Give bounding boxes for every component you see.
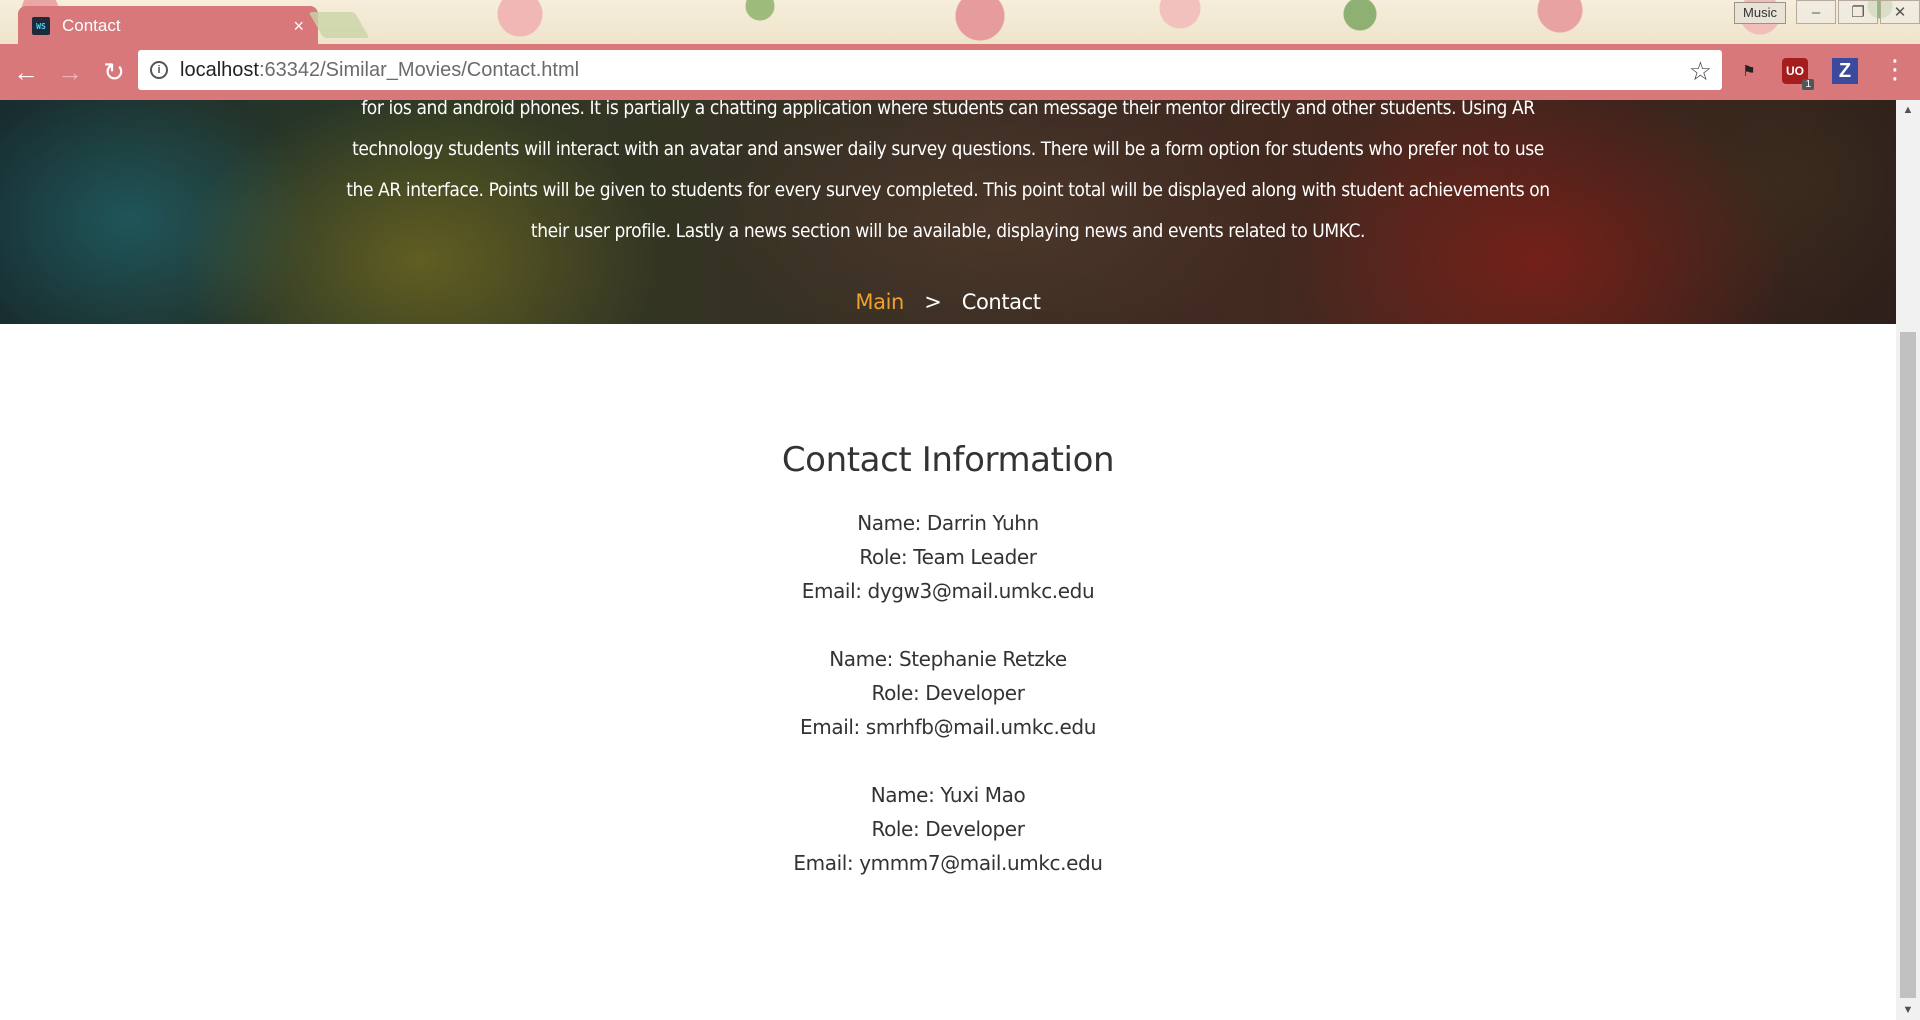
back-arrow-icon[interactable]: ←: [4, 50, 48, 94]
contact-card: Name: Stephanie Retzke Role: Developer E…: [0, 642, 1896, 744]
scroll-down-arrow-icon[interactable]: ▼: [1896, 1000, 1920, 1020]
breadcrumb: Main > Contact: [0, 290, 1896, 314]
extension-bookmark-icon[interactable]: ⚑: [1736, 58, 1762, 84]
browser-titlebar: WS Contact × Music – ❐ ✕: [0, 0, 1920, 46]
reload-icon[interactable]: ↻: [92, 50, 136, 94]
extension-ublock-icon[interactable]: UO 1: [1782, 58, 1814, 90]
forward-arrow-icon[interactable]: →: [48, 50, 92, 94]
extension-badge: 1: [1802, 79, 1814, 90]
breadcrumb-current: Contact: [961, 290, 1041, 314]
contact-section: Contact Information Name: Darrin Yuhn Ro…: [0, 440, 1896, 914]
browser-toolbar: ← → ↻ i localhost:63342/Similar_Movies/C…: [0, 44, 1920, 100]
restore-icon[interactable]: ❐: [1838, 0, 1878, 24]
scrollbar-thumb[interactable]: [1900, 332, 1916, 998]
ublock-label: UO: [1786, 64, 1804, 78]
hero-paragraph: for ios and android phones. It is partia…: [346, 100, 1550, 242]
contact-card: Name: Darrin Yuhn Role: Team Leader Emai…: [0, 506, 1896, 608]
address-bar[interactable]: i localhost:63342/Similar_Movies/Contact…: [138, 50, 1722, 90]
scroll-up-arrow-icon[interactable]: ▲: [1896, 100, 1920, 120]
contact-email: Email: dygw3@mail.umkc.edu: [801, 579, 1095, 603]
webstorm-favicon-icon: WS: [32, 17, 50, 35]
breadcrumb-main-link[interactable]: Main: [855, 290, 904, 314]
contact-role: Role: Team Leader: [859, 545, 1037, 569]
url-text[interactable]: localhost:63342/Similar_Movies/Contact.h…: [180, 59, 579, 82]
window-close-icon[interactable]: ✕: [1880, 0, 1920, 24]
contact-card: Name: Yuxi Mao Role: Developer Email: ym…: [0, 778, 1896, 880]
star-icon[interactable]: ☆: [1689, 56, 1712, 87]
url-host: localhost: [180, 58, 259, 81]
contact-title: Contact Information: [781, 440, 1115, 480]
contact-name: Name: Darrin Yuhn: [857, 511, 1039, 535]
menu-icon[interactable]: ⋮: [1882, 56, 1908, 82]
tab-close-icon[interactable]: ×: [293, 16, 304, 37]
tab-title: Contact: [62, 16, 121, 35]
breadcrumb-separator-icon: >: [924, 290, 942, 314]
contact-role: Role: Developer: [871, 681, 1025, 705]
contact-name: Name: Stephanie Retzke: [829, 647, 1067, 671]
page-viewport: for ios and android phones. It is partia…: [0, 100, 1896, 1020]
url-path: :63342/Similar_Movies/Contact.html: [258, 58, 580, 81]
info-icon[interactable]: i: [150, 61, 168, 79]
hero-banner: for ios and android phones. It is partia…: [0, 100, 1896, 324]
page-scrollbar[interactable]: ▲ ▼: [1896, 100, 1920, 1020]
browser-tab[interactable]: WS Contact ×: [18, 6, 318, 46]
contact-email: Email: smrhfb@mail.umkc.edu: [800, 715, 1096, 739]
contact-email: Email: ymmm7@mail.umkc.edu: [793, 851, 1103, 875]
minimize-icon[interactable]: –: [1796, 0, 1836, 24]
window-controls: – ❐ ✕: [1796, 0, 1920, 24]
contact-role: Role: Developer: [871, 817, 1025, 841]
extension-z-icon[interactable]: Z: [1832, 58, 1858, 84]
contact-name: Name: Yuxi Mao: [870, 783, 1026, 807]
music-button[interactable]: Music: [1734, 2, 1786, 24]
